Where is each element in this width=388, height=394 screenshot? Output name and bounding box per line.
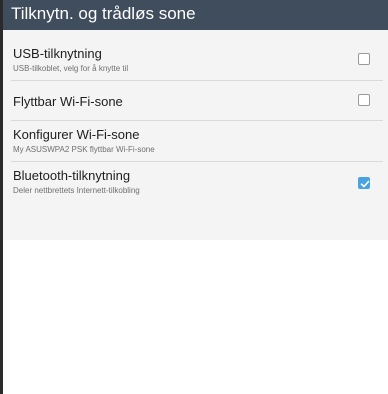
setting-usb-tethering[interactable]: USB-tilknytning USB-tilkoblet, velg for … — [3, 43, 388, 83]
page-title: Tilknytn. og trådløs sone — [11, 4, 196, 23]
action-bar: Tilknytn. og trådløs sone — [3, 0, 388, 30]
setting-bluetooth-tethering[interactable]: Bluetooth-tilknytning Deler nettbrettets… — [3, 164, 388, 204]
settings-list: USB-tilknytning USB-tilkoblet, velg for … — [3, 30, 388, 240]
setting-title: USB-tilknytning — [13, 46, 102, 61]
setting-title: Konfigurer Wi-Fi-sone — [13, 127, 140, 142]
divider — [11, 120, 383, 121]
setting-portable-hotspot[interactable]: Flyttbar Wi-Fi-sone — [3, 82, 388, 122]
screen: Tilknytn. og trådløs sone USB-tilknytnin… — [0, 0, 388, 394]
portable-hotspot-checkbox[interactable] — [358, 94, 370, 106]
setting-subtitle: USB-tilkoblet, velg for å knytte til — [13, 64, 129, 73]
setting-configure-hotspot[interactable]: Konfigurer Wi-Fi-sone My ASUSWPA2 PSK fl… — [3, 123, 388, 163]
setting-subtitle: My ASUSWPA2 PSK flyttbar Wi-Fi-sone — [13, 145, 155, 154]
setting-title: Bluetooth-tilknytning — [13, 168, 131, 183]
divider — [11, 161, 383, 162]
setting-subtitle: Deler nettbrettets Internett-tilkobling — [13, 186, 140, 195]
usb-tethering-checkbox[interactable] — [358, 53, 370, 65]
divider — [11, 80, 383, 81]
setting-title: Flyttbar Wi-Fi-sone — [13, 94, 123, 109]
checkmark-icon — [360, 180, 370, 188]
bluetooth-tethering-checkbox[interactable] — [358, 177, 370, 189]
